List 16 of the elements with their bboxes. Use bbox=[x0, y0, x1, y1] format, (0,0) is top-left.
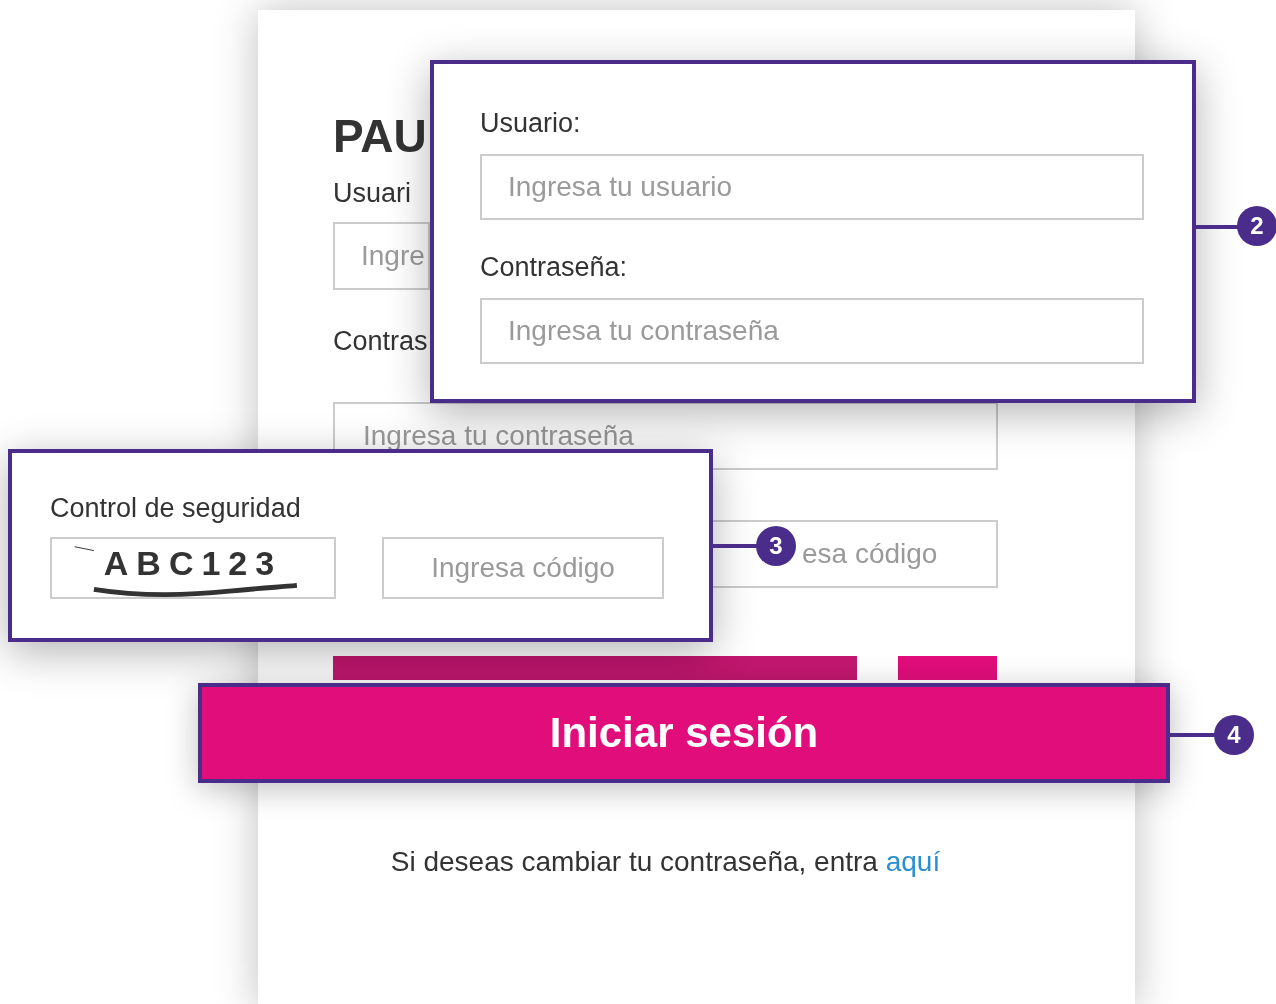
field-label: Contras bbox=[333, 325, 428, 358]
field-label: Usuario: bbox=[480, 107, 582, 140]
page-title: PAU bbox=[333, 110, 427, 162]
input-field[interactable]: Ingre bbox=[333, 222, 430, 290]
input-field[interactable]: Ingresa código bbox=[382, 537, 664, 599]
field-label: Contraseña: bbox=[480, 251, 629, 284]
input-field[interactable]: Ingresa tu usuario bbox=[480, 154, 1144, 220]
step-badge: 4 bbox=[1214, 715, 1254, 755]
login-button[interactable]: Iniciar sesión bbox=[198, 683, 1170, 783]
footer-text: Si deseas cambiar tu contraseña, entra aquí bbox=[389, 846, 942, 878]
change-password-link[interactable]: aquí bbox=[885, 846, 941, 877]
captcha-image: ABC123 bbox=[50, 537, 336, 599]
field-label: Control de seguridad bbox=[50, 492, 302, 525]
input-field[interactable]: Ingresa tu contraseña bbox=[480, 298, 1144, 364]
field-label: Usuari bbox=[333, 177, 412, 210]
step-badge: 2 bbox=[1237, 206, 1276, 246]
